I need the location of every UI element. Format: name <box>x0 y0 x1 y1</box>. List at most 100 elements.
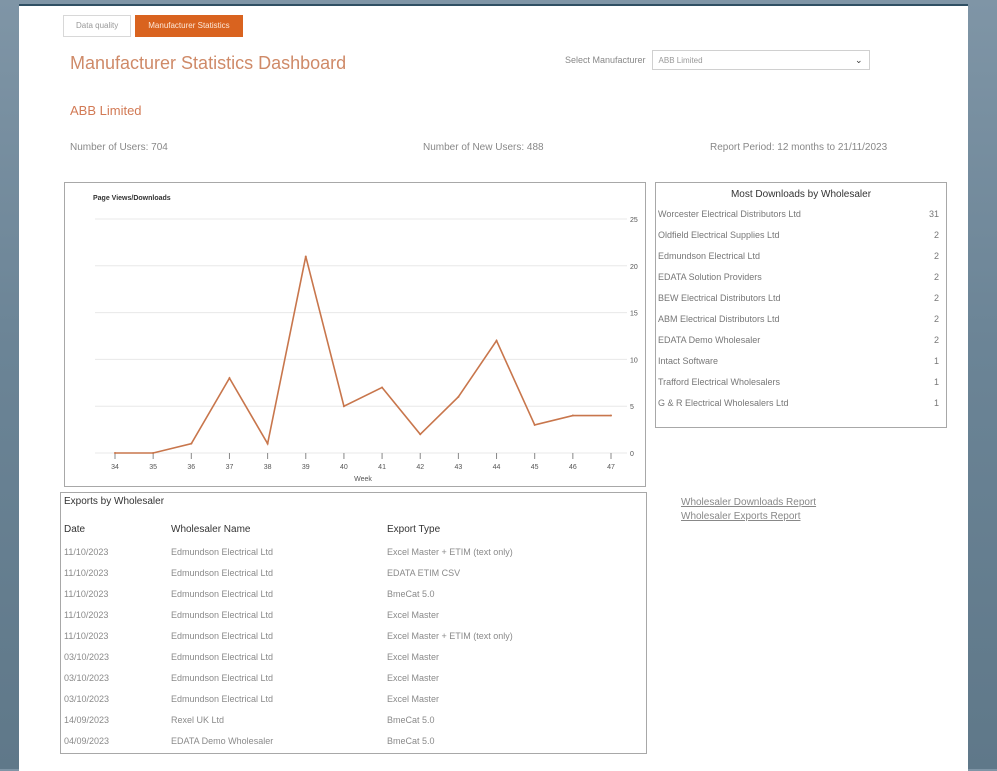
export-date: 03/10/2023 <box>64 673 110 683</box>
x-tick-label: 45 <box>531 464 539 471</box>
downloads-list: Worcester Electrical Distributors Ltd 31 O… <box>656 204 946 414</box>
export-wholesaler: Rexel UK Ltd <box>171 715 225 725</box>
export-type: BmeCat 5.0 <box>387 736 435 746</box>
wholesaler-name: EDATA Solution Providers <box>658 272 762 282</box>
download-count: 1 <box>933 398 939 408</box>
x-tick-label: 47 <box>607 464 615 471</box>
tab-data-quality[interactable]: Data quality <box>63 15 132 37</box>
tab-bar: Data quality Manufacturer Statistics <box>63 15 243 37</box>
download-count: 2 <box>933 293 939 303</box>
wholesaler-name: Oldfield Electrical Supplies Ltd <box>658 230 780 240</box>
download-count: 2 <box>933 251 939 261</box>
download-count: 2 <box>933 230 939 240</box>
data-point <box>533 423 536 426</box>
report-period: Report Period: 12 months to 21/11/2023 <box>710 142 888 153</box>
page-views-chart-box: Page Views/Downloads 0 5 10 15 20 25 34 35 36 37 3… <box>64 182 646 487</box>
export-type: Excel Master <box>387 694 440 704</box>
x-axis-label: Week <box>354 476 372 483</box>
download-row: Trafford Electrical Wholesalers 1 <box>656 372 946 393</box>
export-type: BmeCat 5.0 <box>387 715 435 725</box>
dashboard-panel: Data quality Manufacturer Statistics Man… <box>19 4 968 771</box>
y-tick-label: 10 <box>630 357 638 364</box>
x-tick-label: 36 <box>187 464 195 471</box>
table-row: 11/10/2023 Edmundson Electrical Ltd BmeCat… <box>61 584 646 605</box>
export-wholesaler: Edmundson Electrical Ltd <box>171 631 274 641</box>
x-tick-label: 44 <box>493 464 501 471</box>
download-row: Worcester Electrical Distributors Ltd 31 <box>656 204 946 225</box>
x-tick-label: 38 <box>264 464 272 471</box>
export-wholesaler: EDATA Demo Wholesaler <box>171 736 274 746</box>
page-views-chart: 0 5 10 15 20 25 34 35 36 37 38 39 40 41 42 43 44 45 46 47 We… <box>95 217 638 483</box>
table-row: 11/10/2023 Edmundson Electrical Ltd Excel … <box>61 605 646 626</box>
wholesaler-name: BEW Electrical Distributors Ltd <box>658 293 781 303</box>
y-tick-label: 0 <box>630 451 634 458</box>
wholesaler-downloads-report-link[interactable]: Wholesaler Downloads Report <box>681 497 816 508</box>
export-type: Excel Master <box>387 673 440 683</box>
manufacturer-select-value: ABB Limited <box>658 55 703 65</box>
wholesaler-name: EDATA Demo Wholesaler <box>658 335 761 345</box>
download-count: 2 <box>933 272 939 282</box>
y-tick-label: 5 <box>630 404 634 411</box>
data-point <box>304 255 307 258</box>
download-count: 1 <box>933 377 939 387</box>
exports-title: Exports by Wholesaler <box>64 496 165 507</box>
table-row: 11/10/2023 Edmundson Electrical Ltd Excel … <box>61 626 646 647</box>
export-type: Excel Master + ETIM (text only) <box>387 547 513 557</box>
export-date: 11/10/2023 <box>64 568 109 578</box>
chevron-down-icon: ⌄ <box>855 54 863 65</box>
series-line <box>115 256 611 454</box>
data-point <box>114 452 116 454</box>
export-type: BmeCat 5.0 <box>387 589 435 599</box>
download-row: Oldfield Electrical Supplies Ltd 2 <box>656 225 946 246</box>
wholesaler-name: Trafford Electrical Wholesalers <box>658 377 781 387</box>
tab-manufacturer-statistics[interactable]: Manufacturer Statistics <box>135 15 243 37</box>
data-point <box>266 442 269 445</box>
data-point <box>342 405 345 408</box>
download-count: 31 <box>928 209 939 219</box>
x-tick-label: 34 <box>111 464 119 471</box>
data-point <box>457 395 460 398</box>
column-header-export-type: Export Type <box>387 524 441 535</box>
download-count: 1 <box>933 356 939 366</box>
manufacturer-name: ABB Limited <box>70 103 142 118</box>
users-count: Number of Users: 704 <box>70 142 168 153</box>
column-header-wholesaler: Wholesaler Name <box>171 524 251 535</box>
export-date: 11/10/2023 <box>64 631 109 641</box>
export-date: 11/10/2023 <box>64 610 109 620</box>
download-row: EDATA Demo Wholesaler 2 <box>656 330 946 351</box>
wholesaler-name: G & R Electrical Wholesalers Ltd <box>658 398 789 408</box>
y-tick-label: 25 <box>630 217 638 224</box>
table-row: 03/10/2023 Edmundson Electrical Ltd Excel … <box>61 647 646 668</box>
x-tick-label: 35 <box>149 464 157 471</box>
x-tick-label: 39 <box>302 464 310 471</box>
data-point <box>419 433 422 436</box>
manufacturer-selector: Select Manufacturer ABB Limited ⌄ <box>565 50 870 70</box>
export-type: Excel Master <box>387 652 440 662</box>
download-count: 2 <box>933 335 939 345</box>
wholesaler-name: Edmundson Electrical Ltd <box>658 251 761 261</box>
download-row: ABM Electrical Distributors Ltd 2 <box>656 309 946 330</box>
export-date: 04/09/2023 <box>64 736 110 746</box>
new-users-count: Number of New Users: 488 <box>423 142 544 153</box>
data-point <box>190 442 193 445</box>
wholesaler-name: ABM Electrical Distributors Ltd <box>658 314 780 324</box>
table-row: 14/09/2023 Rexel UK Ltd BmeCat 5.0 <box>61 710 646 731</box>
table-row: 11/10/2023 Edmundson Electrical Ltd Excel … <box>61 542 646 563</box>
download-row: G & R Electrical Wholesalers Ltd 1 <box>656 393 946 414</box>
data-point <box>152 452 155 454</box>
wholesaler-exports-report-link[interactable]: Wholesaler Exports Report <box>681 511 816 522</box>
export-wholesaler: Edmundson Electrical Ltd <box>171 547 274 557</box>
x-tick-label: 43 <box>454 464 462 471</box>
export-date: 03/10/2023 <box>64 652 110 662</box>
export-wholesaler: Edmundson Electrical Ltd <box>171 568 274 578</box>
column-header-date: Date <box>64 524 86 535</box>
export-date: 14/09/2023 <box>64 715 110 725</box>
export-wholesaler: Edmundson Electrical Ltd <box>171 652 274 662</box>
manufacturer-select[interactable]: ABB Limited ⌄ <box>651 50 870 70</box>
wholesaler-name: Worcester Electrical Distributors Ltd <box>658 209 801 219</box>
download-count: 2 <box>933 314 939 324</box>
export-date: 03/10/2023 <box>64 694 110 704</box>
data-point <box>381 386 384 389</box>
export-type: EDATA ETIM CSV <box>387 568 461 578</box>
export-type: Excel Master <box>387 610 440 620</box>
